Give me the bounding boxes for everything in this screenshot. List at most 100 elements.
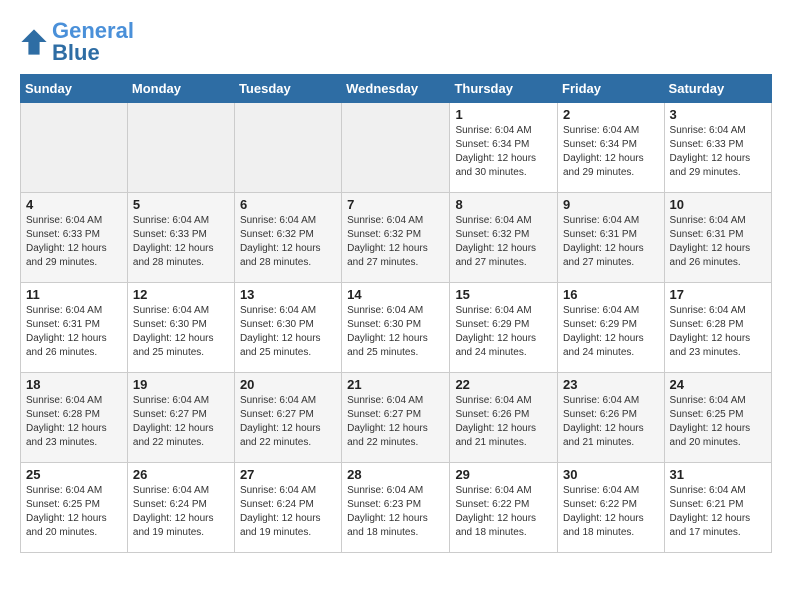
- day-number: 7: [347, 197, 444, 212]
- column-header-monday: Monday: [127, 75, 234, 103]
- calendar-cell: 26 Sunrise: 6:04 AM Sunset: 6:24 PM Dayli…: [127, 463, 234, 553]
- day-number: 27: [240, 467, 336, 482]
- day-number: 30: [563, 467, 659, 482]
- day-number: 21: [347, 377, 444, 392]
- column-header-tuesday: Tuesday: [234, 75, 341, 103]
- day-info: Sunrise: 6:04 AM Sunset: 6:26 PM Dayligh…: [563, 394, 659, 450]
- calendar-cell: 27 Sunrise: 6:04 AM Sunset: 6:24 PM Dayli…: [234, 463, 341, 553]
- day-number: 14: [347, 287, 444, 302]
- day-info: Sunrise: 6:04 AM Sunset: 6:28 PM Dayligh…: [26, 394, 122, 450]
- day-number: 31: [670, 467, 766, 482]
- day-info: Sunrise: 6:04 AM Sunset: 6:34 PM Dayligh…: [563, 124, 659, 180]
- calendar-cell: 29 Sunrise: 6:04 AM Sunset: 6:22 PM Dayli…: [450, 463, 558, 553]
- day-number: 17: [670, 287, 766, 302]
- day-number: 5: [133, 197, 229, 212]
- calendar-cell: 6Sunrise: 6:04 AM Sunset: 6:32 PM Daylig…: [234, 193, 341, 283]
- day-info: Sunrise: 6:04 AM Sunset: 6:34 PM Dayligh…: [455, 124, 552, 180]
- calendar-cell: 10 Sunrise: 6:04 AM Sunset: 6:31 PM Dayli…: [664, 193, 771, 283]
- day-info: Sunrise: 6:04 AM Sunset: 6:33 PM Dayligh…: [133, 214, 229, 270]
- calendar-cell: 12 Sunrise: 6:04 AM Sunset: 6:30 PM Dayli…: [127, 283, 234, 373]
- logo-text: GeneralBlue: [52, 20, 134, 64]
- calendar-cell: 16 Sunrise: 6:04 AM Sunset: 6:29 PM Dayli…: [558, 283, 665, 373]
- calendar-cell: 30Sunrise: 6:04 AM Sunset: 6:22 PM Dayli…: [558, 463, 665, 553]
- calendar-body: 1 Sunrise: 6:04 AM Sunset: 6:34 PM Daylig…: [21, 103, 772, 553]
- column-header-friday: Friday: [558, 75, 665, 103]
- calendar-cell: 18 Sunrise: 6:04 AM Sunset: 6:28 PM Dayli…: [21, 373, 128, 463]
- calendar-cell: 21Sunrise: 6:04 AM Sunset: 6:27 PM Dayli…: [342, 373, 450, 463]
- day-number: 9: [563, 197, 659, 212]
- column-header-sunday: Sunday: [21, 75, 128, 103]
- day-info: Sunrise: 6:04 AM Sunset: 6:31 PM Dayligh…: [670, 214, 766, 270]
- calendar-cell: 9 Sunrise: 6:04 AM Sunset: 6:31 PM Daylig…: [558, 193, 665, 283]
- calendar-cell: 1 Sunrise: 6:04 AM Sunset: 6:34 PM Daylig…: [450, 103, 558, 193]
- column-header-thursday: Thursday: [450, 75, 558, 103]
- day-number: 20: [240, 377, 336, 392]
- calendar-cell: 13 Sunrise: 6:04 AM Sunset: 6:30 PM Dayli…: [234, 283, 341, 373]
- day-info: Sunrise: 6:04 AM Sunset: 6:22 PM Dayligh…: [455, 484, 552, 540]
- calendar-table: SundayMondayTuesdayWednesdayThursdayFrid…: [20, 74, 772, 553]
- day-number: 29: [455, 467, 552, 482]
- week-row-4: 18 Sunrise: 6:04 AM Sunset: 6:28 PM Dayli…: [21, 373, 772, 463]
- day-info: Sunrise: 6:04 AM Sunset: 6:33 PM Dayligh…: [26, 214, 122, 270]
- day-info: Sunrise: 6:04 AM Sunset: 6:24 PM Dayligh…: [133, 484, 229, 540]
- week-row-5: 25Sunrise: 6:04 AM Sunset: 6:25 PM Dayli…: [21, 463, 772, 553]
- day-number: 11: [26, 287, 122, 302]
- calendar-cell: 19 Sunrise: 6:04 AM Sunset: 6:27 PM Dayli…: [127, 373, 234, 463]
- day-info: Sunrise: 6:04 AM Sunset: 6:27 PM Dayligh…: [240, 394, 336, 450]
- calendar-cell: 11 Sunrise: 6:04 AM Sunset: 6:31 PM Dayli…: [21, 283, 128, 373]
- day-number: 1: [455, 107, 552, 122]
- day-number: 26: [133, 467, 229, 482]
- calendar-cell: 2 Sunrise: 6:04 AM Sunset: 6:34 PM Daylig…: [558, 103, 665, 193]
- week-row-2: 4 Sunrise: 6:04 AM Sunset: 6:33 PM Daylig…: [21, 193, 772, 283]
- day-info: Sunrise: 6:04 AM Sunset: 6:32 PM Dayligh…: [240, 214, 336, 270]
- calendar-cell: [21, 103, 128, 193]
- day-info: Sunrise: 6:04 AM Sunset: 6:29 PM Dayligh…: [455, 304, 552, 360]
- day-number: 18: [26, 377, 122, 392]
- calendar-cell: 14Sunrise: 6:04 AM Sunset: 6:30 PM Dayli…: [342, 283, 450, 373]
- page-header: GeneralBlue: [20, 20, 772, 64]
- day-number: 4: [26, 197, 122, 212]
- calendar-cell: 7 Sunrise: 6:04 AM Sunset: 6:32 PM Daylig…: [342, 193, 450, 283]
- calendar-cell: 17 Sunrise: 6:04 AM Sunset: 6:28 PM Dayli…: [664, 283, 771, 373]
- day-info: Sunrise: 6:04 AM Sunset: 6:29 PM Dayligh…: [563, 304, 659, 360]
- day-number: 10: [670, 197, 766, 212]
- calendar-cell: [127, 103, 234, 193]
- day-number: 13: [240, 287, 336, 302]
- day-info: Sunrise: 6:04 AM Sunset: 6:21 PM Dayligh…: [670, 484, 766, 540]
- day-info: Sunrise: 6:04 AM Sunset: 6:31 PM Dayligh…: [563, 214, 659, 270]
- calendar-cell: 28Sunrise: 6:04 AM Sunset: 6:23 PM Dayli…: [342, 463, 450, 553]
- calendar-cell: 3Sunrise: 6:04 AM Sunset: 6:33 PM Daylig…: [664, 103, 771, 193]
- calendar-cell: 15Sunrise: 6:04 AM Sunset: 6:29 PM Dayli…: [450, 283, 558, 373]
- day-info: Sunrise: 6:04 AM Sunset: 6:25 PM Dayligh…: [26, 484, 122, 540]
- day-number: 16: [563, 287, 659, 302]
- day-number: 19: [133, 377, 229, 392]
- logo-icon: [20, 28, 48, 56]
- calendar-cell: 22Sunrise: 6:04 AM Sunset: 6:26 PM Dayli…: [450, 373, 558, 463]
- column-header-saturday: Saturday: [664, 75, 771, 103]
- calendar-cell: 5 Sunrise: 6:04 AM Sunset: 6:33 PM Daylig…: [127, 193, 234, 283]
- day-info: Sunrise: 6:04 AM Sunset: 6:23 PM Dayligh…: [347, 484, 444, 540]
- calendar-header: SundayMondayTuesdayWednesdayThursdayFrid…: [21, 75, 772, 103]
- day-number: 12: [133, 287, 229, 302]
- column-header-wednesday: Wednesday: [342, 75, 450, 103]
- calendar-cell: 4 Sunrise: 6:04 AM Sunset: 6:33 PM Daylig…: [21, 193, 128, 283]
- week-row-1: 1 Sunrise: 6:04 AM Sunset: 6:34 PM Daylig…: [21, 103, 772, 193]
- day-info: Sunrise: 6:04 AM Sunset: 6:25 PM Dayligh…: [670, 394, 766, 450]
- calendar-cell: 20 Sunrise: 6:04 AM Sunset: 6:27 PM Dayli…: [234, 373, 341, 463]
- calendar-cell: [342, 103, 450, 193]
- day-number: 23: [563, 377, 659, 392]
- day-info: Sunrise: 6:04 AM Sunset: 6:31 PM Dayligh…: [26, 304, 122, 360]
- day-info: Sunrise: 6:04 AM Sunset: 6:30 PM Dayligh…: [240, 304, 336, 360]
- calendar-cell: 23 Sunrise: 6:04 AM Sunset: 6:26 PM Dayli…: [558, 373, 665, 463]
- logo: GeneralBlue: [20, 20, 134, 64]
- day-info: Sunrise: 6:04 AM Sunset: 6:28 PM Dayligh…: [670, 304, 766, 360]
- day-info: Sunrise: 6:04 AM Sunset: 6:27 PM Dayligh…: [133, 394, 229, 450]
- day-info: Sunrise: 6:04 AM Sunset: 6:30 PM Dayligh…: [133, 304, 229, 360]
- calendar-cell: 24 Sunrise: 6:04 AM Sunset: 6:25 PM Dayli…: [664, 373, 771, 463]
- day-info: Sunrise: 6:04 AM Sunset: 6:24 PM Dayligh…: [240, 484, 336, 540]
- day-info: Sunrise: 6:04 AM Sunset: 6:32 PM Dayligh…: [455, 214, 552, 270]
- day-number: 24: [670, 377, 766, 392]
- day-number: 2: [563, 107, 659, 122]
- day-info: Sunrise: 6:04 AM Sunset: 6:32 PM Dayligh…: [347, 214, 444, 270]
- day-number: 3: [670, 107, 766, 122]
